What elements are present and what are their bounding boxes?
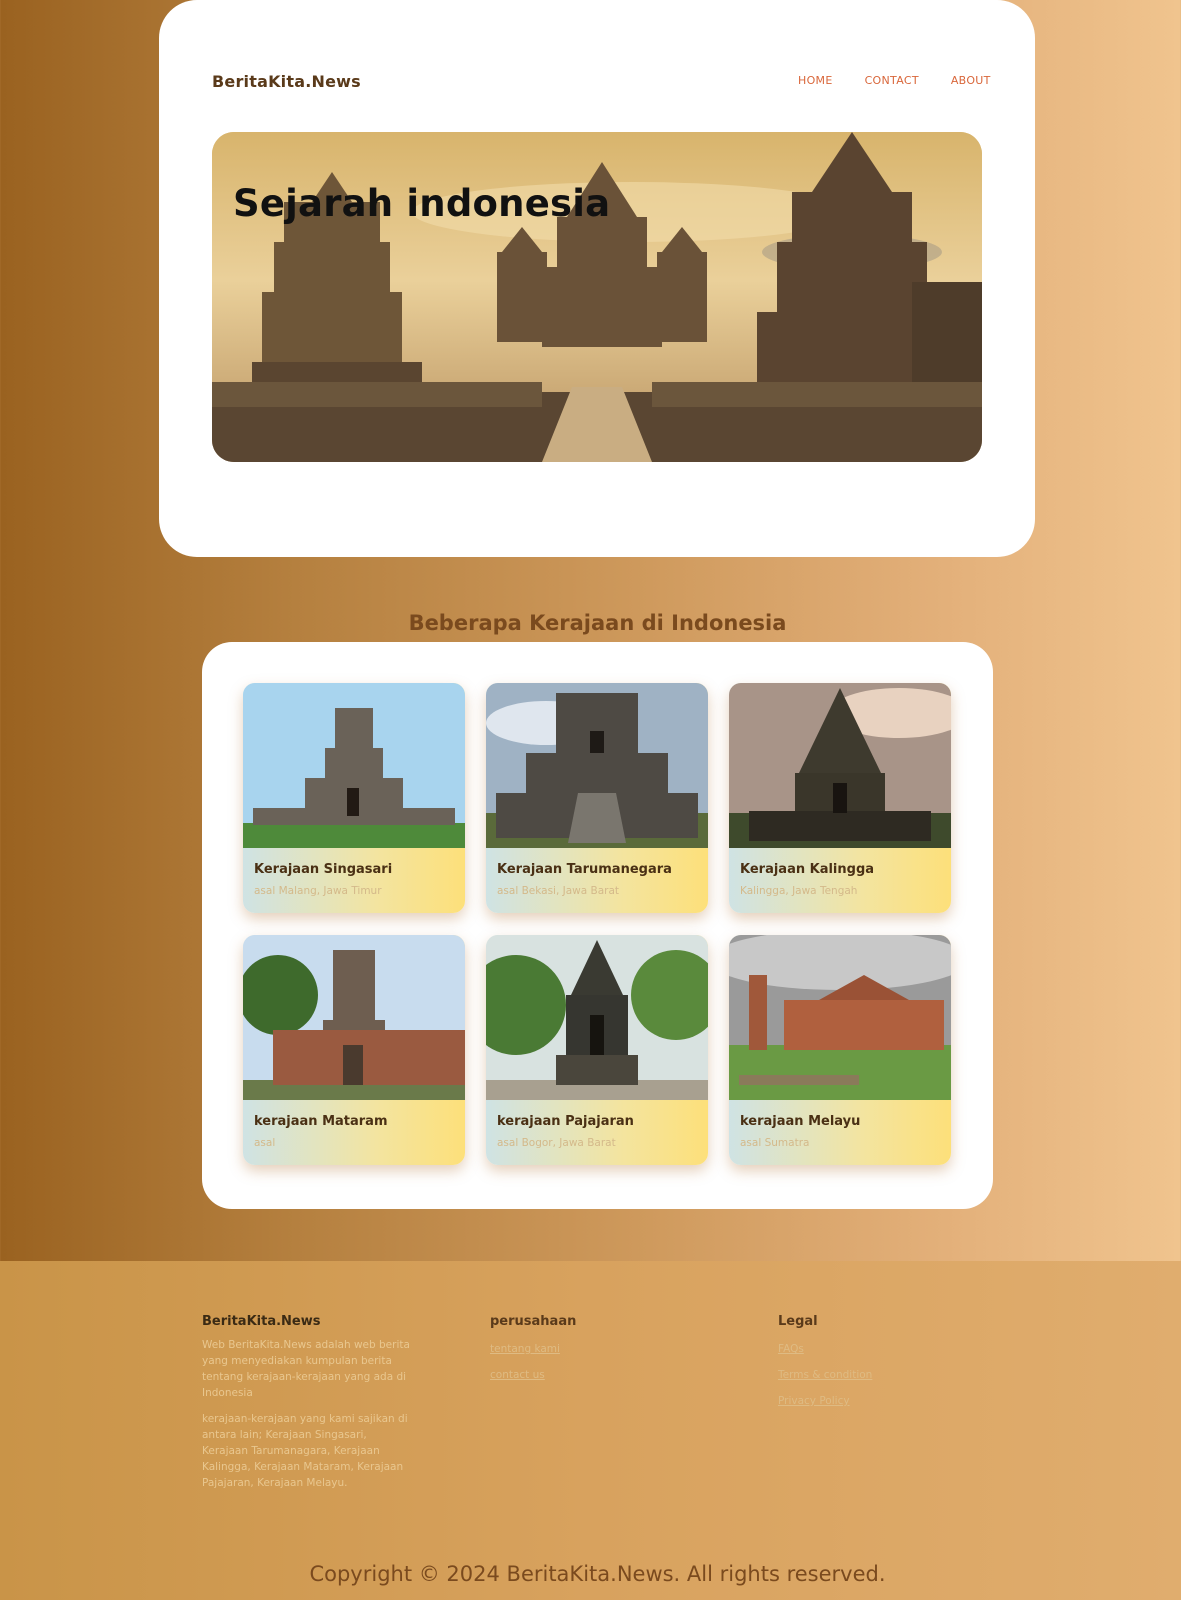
kingdom-card-mataram[interactable]: kerajaan Mataram asal <box>243 935 465 1165</box>
kingdom-cards: Kerajaan Singasari asal Malang, Jawa Tim… <box>243 683 952 1165</box>
footer-link-about-us[interactable]: tentang kami <box>490 1343 576 1355</box>
footer-brand: BeritaKita.News <box>202 1314 321 1329</box>
kingdom-card-pajajaran[interactable]: kerajaan Pajajaran asal Bogor, Jawa Bara… <box>486 935 708 1165</box>
card-subtitle: asal Bogor, Jawa Barat <box>497 1137 616 1149</box>
footer-company-column: perusahaan tentang kami contact us <box>490 1314 576 1381</box>
card-title: kerajaan Melayu <box>740 1114 861 1129</box>
card-title: kerajaan Mataram <box>254 1114 388 1129</box>
card-subtitle: asal Bekasi, Jawa Barat <box>497 885 620 897</box>
card-image <box>486 683 708 848</box>
card-title: Kerajaan Singasari <box>254 862 393 877</box>
footer-legal-column: Legal FAQs Terms & condition Privacy Pol… <box>778 1314 872 1407</box>
nav-home[interactable]: HOME <box>798 74 833 87</box>
card-title: Kerajaan Tarumanegara <box>497 862 672 877</box>
footer <box>0 1261 1181 1600</box>
kingdom-card-kalingga[interactable]: Kerajaan Kalingga Kalingga, Jawa Tengah <box>729 683 951 913</box>
kingdom-card-melayu[interactable]: kerajaan Melayu asal Sumatra <box>729 935 951 1165</box>
card-subtitle: asal Malang, Jawa Timur <box>254 885 382 897</box>
card-image <box>243 935 465 1100</box>
nav-about[interactable]: ABOUT <box>951 74 991 87</box>
footer-company-heading: perusahaan <box>490 1314 577 1329</box>
hero-title: Sejarah indonesia <box>233 182 611 225</box>
footer-link-terms[interactable]: Terms & condition <box>778 1369 872 1381</box>
section-title: Beberapa Kerajaan di Indonesia <box>408 611 787 635</box>
card-title: kerajaan Pajajaran <box>497 1114 634 1129</box>
main-nav: HOME CONTACT ABOUT <box>798 74 991 87</box>
kingdom-card-tarumanegara[interactable]: Kerajaan Tarumanegara asal Bekasi, Jawa … <box>486 683 708 913</box>
card-image <box>729 683 951 848</box>
nav-contact[interactable]: CONTACT <box>865 74 919 87</box>
card-subtitle: Kalingga, Jawa Tengah <box>740 885 858 897</box>
copyright: Copyright © 2024 BeritaKita.News. All ri… <box>309 1562 886 1586</box>
footer-link-privacy[interactable]: Privacy Policy <box>778 1395 872 1407</box>
card-subtitle: asal Sumatra <box>740 1137 810 1149</box>
card-title: Kerajaan Kalingga <box>740 862 875 877</box>
footer-about-column: BeritaKita.News Web BeritaKita.News adal… <box>202 1314 414 1491</box>
hero-banner: Sejarah indonesia <box>212 132 982 462</box>
card-subtitle: asal <box>254 1137 276 1149</box>
footer-legal-heading: Legal <box>778 1314 818 1329</box>
card-image <box>729 935 951 1100</box>
footer-link-faqs[interactable]: FAQs <box>778 1343 872 1355</box>
footer-about-text-2: kerajaan-kerajaan yang kami sajikan di a… <box>202 1413 408 1489</box>
footer-link-contact-us[interactable]: contact us <box>490 1369 576 1381</box>
card-image <box>486 935 708 1100</box>
footer-about-text: Web BeritaKita.News adalah web berita ya… <box>202 1339 410 1399</box>
site-logo[interactable]: BeritaKita.News <box>212 72 361 91</box>
card-image <box>243 683 465 848</box>
kingdom-card-singasari[interactable]: Kerajaan Singasari asal Malang, Jawa Tim… <box>243 683 465 913</box>
